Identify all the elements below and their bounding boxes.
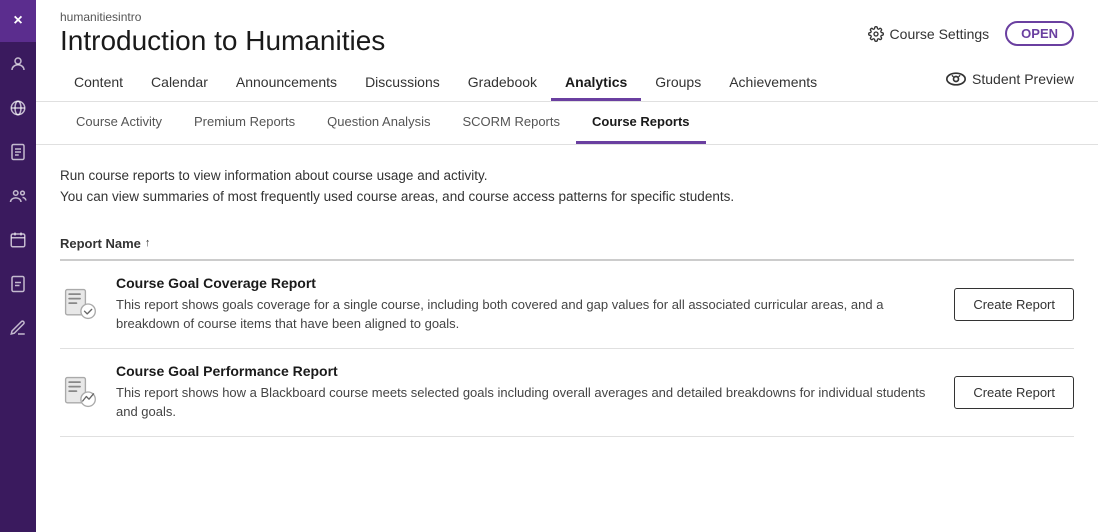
nav-tab-achievements[interactable]: Achievements [715,66,831,101]
content-area: Run course reports to view information a… [36,145,1098,532]
description-line2: You can view summaries of most frequentl… [60,186,1074,208]
open-button[interactable]: OPEN [1005,21,1074,46]
nav-tab-discussions[interactable]: Discussions [351,66,454,101]
course-title: Introduction to Humanities [60,24,385,58]
header-top: humanitiesintro Introduction to Humaniti… [60,10,1074,58]
create-report-button-performance[interactable]: Create Report [954,376,1074,409]
header: humanitiesintro Introduction to Humaniti… [36,0,1098,102]
main-content: humanitiesintro Introduction to Humaniti… [36,0,1098,532]
report-name-performance: Course Goal Performance Report [116,363,938,379]
student-preview-label: Student Preview [972,71,1074,87]
report-icon-coverage [60,284,100,324]
course-settings-label: Course Settings [890,26,990,42]
sub-tab-course-activity[interactable]: Course Activity [60,102,178,144]
nav-tab-gradebook[interactable]: Gradebook [454,66,551,101]
nav-tab-analytics[interactable]: Analytics [551,66,641,101]
report-name-coverage: Course Goal Coverage Report [116,275,938,291]
course-settings-button[interactable]: Course Settings [868,26,990,42]
report-icon-performance [60,372,100,412]
gear-icon [868,26,884,42]
nav-tab-groups[interactable]: Groups [641,66,715,101]
nav-tab-content[interactable]: Content [60,66,137,101]
nav-tab-calendar[interactable]: Calendar [137,66,222,101]
sidebar-close-button[interactable]: × [0,0,36,42]
sub-tab-question-analysis[interactable]: Question Analysis [311,102,446,144]
report-name-header: Report Name [60,236,141,251]
sidebar-icon-users[interactable] [0,174,36,218]
sidebar-icon-edit[interactable] [0,306,36,350]
table-row: Course Goal Performance Report This repo… [60,349,1074,437]
nav-tab-announcements[interactable]: Announcements [222,66,351,101]
report-info-coverage: Course Goal Coverage Report This report … [116,275,938,334]
student-preview-icon [946,72,966,86]
sort-arrow[interactable]: ↑ [145,237,151,249]
sub-tab-course-reports[interactable]: Course Reports [576,102,706,144]
nav-tabs: Content Calendar Announcements Discussio… [60,66,1074,101]
sidebar-icon-globe[interactable] [0,86,36,130]
sidebar-icon-user[interactable] [0,42,36,86]
student-preview-button[interactable]: Student Preview [946,71,1074,95]
report-table-header: Report Name ↑ [60,228,1074,261]
nav-tabs-left: Content Calendar Announcements Discussio… [60,66,831,101]
report-desc-performance: This report shows how a Blackboard cours… [116,383,938,422]
sub-tabs: Course Activity Premium Reports Question… [36,102,1098,145]
table-row: Course Goal Coverage Report This report … [60,261,1074,349]
sub-tab-scorm-reports[interactable]: SCORM Reports [446,102,576,144]
description-line1: Run course reports to view information a… [60,165,1074,187]
header-right: Course Settings OPEN [868,21,1074,46]
sidebar: × [0,0,36,532]
report-desc-coverage: This report shows goals coverage for a s… [116,295,938,334]
course-id: humanitiesintro [60,10,385,24]
report-table: Report Name ↑ Course Goal Coverag [60,228,1074,437]
description: Run course reports to view information a… [60,165,1074,208]
sidebar-icon-file[interactable] [0,130,36,174]
report-info-performance: Course Goal Performance Report This repo… [116,363,938,422]
create-report-button-coverage[interactable]: Create Report [954,288,1074,321]
sidebar-icon-document[interactable] [0,262,36,306]
header-left: humanitiesintro Introduction to Humaniti… [60,10,385,58]
sidebar-icon-calendar[interactable] [0,218,36,262]
sub-tab-premium-reports[interactable]: Premium Reports [178,102,311,144]
